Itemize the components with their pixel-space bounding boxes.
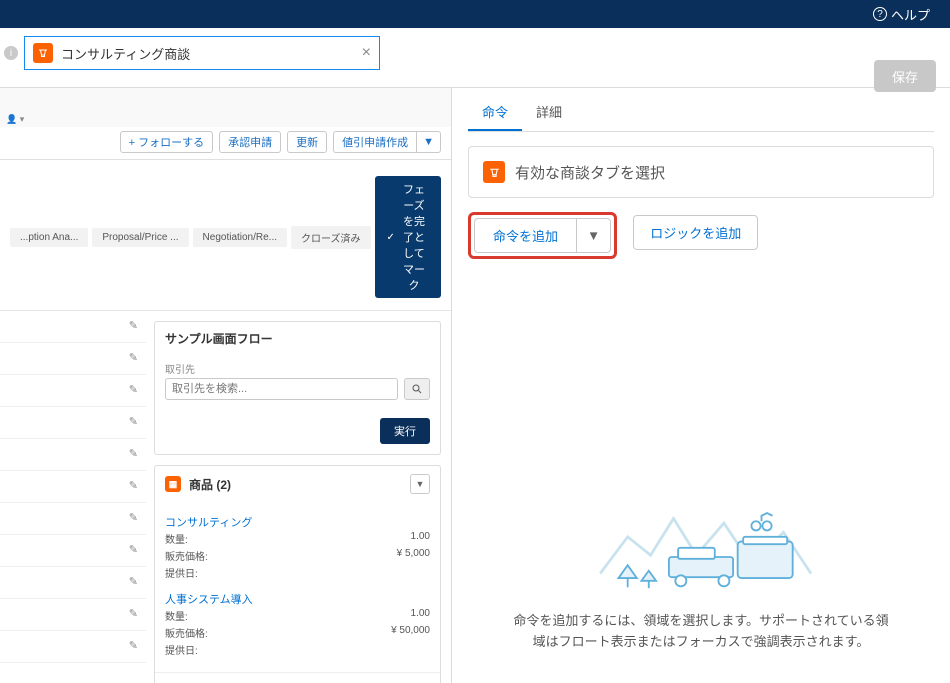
stage-chip[interactable]: ...ption Ana... bbox=[10, 228, 88, 247]
sample-flow-card: サンプル画面フロー 取引先 実行 bbox=[154, 321, 441, 455]
field-row[interactable]: ✎ bbox=[0, 631, 146, 663]
search-button[interactable] bbox=[404, 378, 430, 400]
clear-icon[interactable]: × bbox=[362, 44, 371, 62]
main: 👤 ▾ + フォローする 承認申請 更新 値引申請作成 ▼ ...ption A… bbox=[0, 88, 950, 683]
help-label: ヘルプ bbox=[891, 5, 930, 24]
question-icon: ? bbox=[873, 7, 887, 21]
mark-complete-button[interactable]: ✓ フェーズを完了としてマーク bbox=[375, 176, 441, 298]
tabs: 命令 詳細 bbox=[468, 94, 934, 132]
approval-button[interactable]: 承認申請 bbox=[219, 131, 281, 153]
profile-icon: 👤 ▾ bbox=[0, 112, 451, 127]
edit-icon: ✎ bbox=[129, 415, 138, 428]
stage-path: ...ption Ana... Proposal/Price ... Negot… bbox=[0, 160, 451, 311]
edit-icon: ✎ bbox=[129, 351, 138, 364]
edit-icon: ✎ bbox=[129, 479, 138, 492]
account-label: 取引先 bbox=[165, 361, 430, 376]
product-item: コンサルティング 数量:1.00 販売価格:¥ 5,000 提供日: bbox=[165, 508, 430, 585]
discount-button-group: 値引申請作成 ▼ bbox=[333, 131, 441, 153]
discount-caret[interactable]: ▼ bbox=[416, 131, 441, 153]
stage-chip[interactable]: クローズ済み bbox=[291, 226, 371, 249]
edit-icon: ✎ bbox=[129, 607, 138, 620]
add-command-caret[interactable]: ▼ bbox=[576, 218, 611, 253]
preview-body: ...ption Ana... Proposal/Price ... Negot… bbox=[0, 160, 451, 683]
instructions-text: 命令を追加するには、領域を選択します。サポートされている領域はフロート表示または… bbox=[468, 601, 934, 663]
product-link[interactable]: 人事システム導入 bbox=[165, 591, 430, 607]
save-button[interactable]: 保存 bbox=[874, 60, 936, 92]
empty-illustration bbox=[551, 491, 851, 601]
edit-icon: ✎ bbox=[129, 543, 138, 556]
card-toggle[interactable]: ▼ bbox=[410, 474, 430, 494]
add-command-button[interactable]: 命令を追加 bbox=[474, 218, 576, 253]
update-button[interactable]: 更新 bbox=[287, 131, 327, 153]
field-row[interactable]: ✎ bbox=[0, 599, 146, 631]
field-column: ✎ ✎ ✎ ✎ ✎ ✎ ✎ ✎ ✎ ✎ ✎ bbox=[0, 311, 146, 683]
opportunity-icon bbox=[33, 43, 53, 63]
edit-icon: ✎ bbox=[129, 575, 138, 588]
product-link[interactable]: コンサルティング bbox=[165, 514, 430, 530]
follow-button[interactable]: + フォローする bbox=[120, 131, 213, 153]
opportunity-icon bbox=[483, 161, 505, 183]
panel-text: 有効な商談タブを選択 bbox=[515, 162, 665, 183]
discount-button[interactable]: 値引申請作成 bbox=[333, 131, 416, 153]
card-title: サンプル画面フロー bbox=[165, 330, 430, 347]
topbar: i コンサルティング商談 × 保存 bbox=[0, 28, 950, 88]
edit-icon: ✎ bbox=[129, 319, 138, 332]
object-label: コンサルティング商談 bbox=[61, 44, 354, 63]
exec-button[interactable]: 実行 bbox=[380, 418, 430, 444]
preview-toolbar: + フォローする 承認申請 更新 値引申請作成 ▼ bbox=[0, 127, 451, 160]
field-row[interactable]: ✎ bbox=[0, 503, 146, 535]
preview-pane: 👤 ▾ + フォローする 承認申請 更新 値引申請作成 ▼ ...ption A… bbox=[0, 88, 452, 683]
account-search-input[interactable] bbox=[165, 378, 398, 400]
edit-icon: ✎ bbox=[129, 447, 138, 460]
stage-chip[interactable]: Negotiation/Re... bbox=[193, 228, 288, 247]
add-command-group: 命令を追加 ▼ bbox=[468, 212, 617, 259]
mark-label: フェーズを完了としてマーク bbox=[399, 181, 429, 293]
tab-details[interactable]: 詳細 bbox=[522, 94, 576, 131]
stage-chip[interactable]: Proposal/Price ... bbox=[92, 228, 188, 247]
products-card: ▦ 商品 (2) ▼ コンサルティング 数量:1.00 販売価格:¥ 5,000… bbox=[154, 465, 441, 683]
check-icon: ✓ bbox=[387, 232, 395, 243]
field-row[interactable]: ✎ bbox=[0, 535, 146, 567]
edit-icon: ✎ bbox=[129, 383, 138, 396]
selection-panel: 有効な商談タブを選択 bbox=[468, 146, 934, 198]
field-row[interactable]: ✎ bbox=[0, 343, 146, 375]
show-all-link[interactable]: すべて表示 bbox=[155, 672, 440, 683]
info-icon[interactable]: i bbox=[4, 46, 18, 60]
field-row[interactable]: ✎ bbox=[0, 311, 146, 343]
add-logic-button[interactable]: ロジックを追加 bbox=[633, 215, 758, 250]
field-row[interactable]: ✎ bbox=[0, 375, 146, 407]
right-pane: 命令 詳細 有効な商談タブを選択 命令を追加 ▼ ロジックを追加 bbox=[452, 88, 950, 683]
field-row[interactable]: ✎ bbox=[0, 439, 146, 471]
edit-icon: ✎ bbox=[129, 511, 138, 524]
field-row[interactable]: ✎ bbox=[0, 471, 146, 503]
help-link[interactable]: ? ヘルプ bbox=[873, 5, 930, 24]
card-title: 商品 (2) bbox=[189, 476, 402, 493]
field-row[interactable]: ✎ bbox=[0, 567, 146, 599]
product-item: 人事システム導入 数量:1.00 販売価格:¥ 50,000 提供日: bbox=[165, 585, 430, 662]
product-icon: ▦ bbox=[165, 476, 181, 492]
action-row: 命令を追加 ▼ ロジックを追加 bbox=[468, 212, 934, 259]
field-row[interactable]: ✎ bbox=[0, 407, 146, 439]
tab-commands[interactable]: 命令 bbox=[468, 94, 522, 131]
edit-icon: ✎ bbox=[129, 639, 138, 652]
related-column: サンプル画面フロー 取引先 実行 bbox=[146, 311, 451, 683]
app-header: ? ヘルプ bbox=[0, 0, 950, 28]
empty-state: 命令を追加するには、領域を選択します。サポートされている領域はフロート表示または… bbox=[468, 259, 934, 683]
object-selector[interactable]: コンサルティング商談 × bbox=[24, 36, 380, 70]
